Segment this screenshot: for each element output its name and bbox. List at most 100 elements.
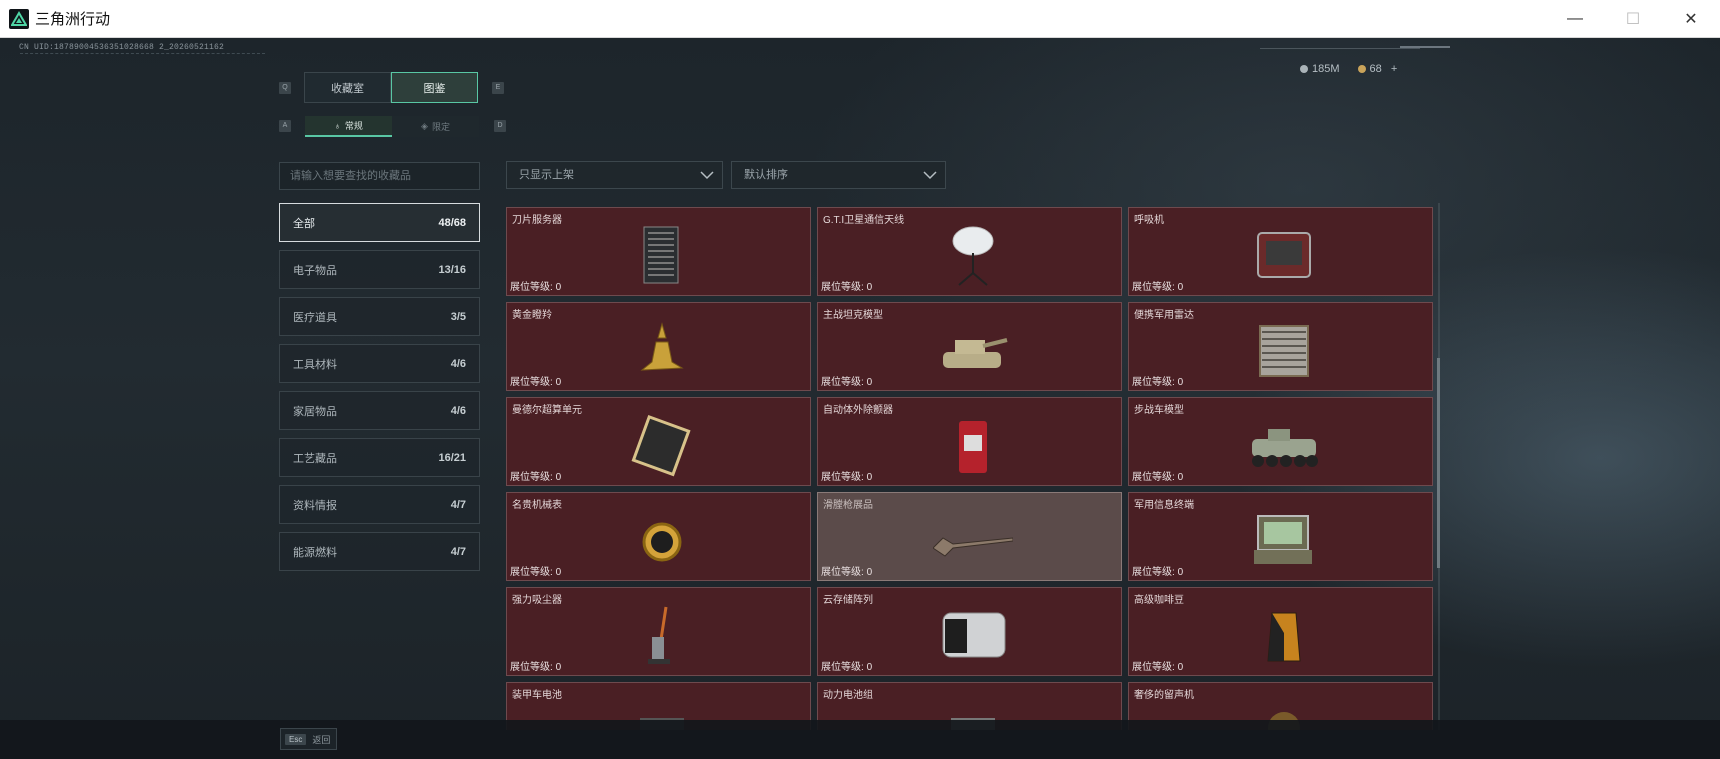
computing-unit-icon	[631, 414, 691, 477]
display-level-label: 展位等级:	[1132, 282, 1178, 293]
category-electronics[interactable]: 电子物品 13/16	[279, 250, 480, 289]
subtab-regular-label: 常规	[344, 121, 363, 131]
collection-item-card[interactable]: 自动体外除颤器 展位等级: 0	[817, 397, 1122, 486]
subtab-limited[interactable]: ◈ 限定	[392, 116, 479, 137]
category-all[interactable]: 全部 48/68	[279, 203, 480, 242]
category-intel[interactable]: 资料情报 4/7	[279, 485, 480, 524]
vacuum-icon	[648, 606, 670, 664]
display-level-value: 0	[866, 567, 873, 578]
collection-item-card[interactable]: 云存储阵列 展位等级: 0	[817, 587, 1122, 676]
display-level-label: 展位等级:	[1132, 662, 1178, 673]
tab-codex[interactable]: 图鉴	[391, 72, 478, 103]
item-display-level: 展位等级: 0	[510, 468, 561, 483]
scrollbar-thumb[interactable]	[1437, 358, 1440, 568]
gold-coin-icon	[1357, 65, 1366, 73]
display-level-value: 0	[555, 282, 562, 293]
collection-item-card[interactable]: 曼德尔超算单元展位等级: 0	[506, 397, 811, 486]
server-icon	[643, 226, 679, 284]
tab-collection-room[interactable]: 收藏室	[304, 72, 391, 103]
maximize-button[interactable]: ☐	[1604, 0, 1662, 38]
collection-item-card[interactable]: 滑膛枪展品 展位等级: 0	[817, 492, 1122, 581]
sort-select[interactable]: 默认排序	[731, 161, 946, 189]
item-display-level: 展位等级: 0	[1132, 658, 1183, 673]
collection-item-card[interactable]: G.T.I卫星通信天线 展位等级: 0	[817, 207, 1122, 296]
display-level-label: 展位等级:	[821, 377, 867, 388]
item-display-level: 展位等级: 0	[821, 468, 872, 483]
back-button[interactable]: Esc 返回	[280, 728, 338, 750]
currency-divider	[1260, 48, 1420, 49]
window-title: 三角洲行动	[35, 11, 111, 28]
display-level-label: 展位等级:	[510, 567, 556, 578]
category-count: 4/6	[450, 357, 466, 370]
display-level-value: 0	[866, 472, 873, 483]
display-level-label: 展位等级:	[510, 472, 556, 483]
collection-item-card[interactable]: 名贵机械表 展位等级: 0	[506, 492, 811, 581]
game-stage: CN UID:18789004536351028668 2_2026052116…	[0, 38, 1720, 759]
search-input[interactable]: 请输入想要查找的收藏品	[279, 162, 480, 190]
item-display-level: 展位等级: 0	[821, 563, 872, 578]
collection-item-card[interactable]: 高级咖啡豆展位等级: 0	[1128, 587, 1433, 676]
item-name: 自动体外除颤器	[823, 405, 893, 416]
category-tools[interactable]: 工具材料 4/6	[279, 344, 480, 383]
collection-item-card[interactable]: 黄金瞪羚 展位等级: 0	[506, 302, 811, 391]
category-label: 电子物品	[293, 264, 337, 277]
collection-grid: 刀片服务器 展位等级: 0 G.T.I卫星通信天线 展位等级: 0 呼吸机 展位等级: 0…	[506, 207, 1433, 730]
app-logo-icon	[9, 8, 29, 29]
collection-item-card[interactable]: 呼吸机展位等级: 0	[1128, 207, 1433, 296]
item-name: 装甲车电池	[512, 690, 562, 701]
display-level-label: 展位等级:	[1132, 567, 1178, 578]
key-hint-next-subtab: D	[494, 120, 506, 132]
collection-item-card[interactable]: 主战坦克模型 展位等级: 0	[817, 302, 1122, 391]
minimize-button[interactable]: —	[1546, 0, 1604, 38]
window-controls: — ☐ ✕	[1546, 0, 1720, 38]
currency-havoc: 185M	[1300, 63, 1340, 75]
item-display-level: 展位等级: 0	[1132, 468, 1183, 483]
item-name: 刀片服务器	[512, 215, 562, 226]
close-button[interactable]: ✕	[1662, 0, 1720, 38]
category-crafts[interactable]: 工艺藏品 16/21	[279, 438, 480, 477]
window-titlebar: 三角洲行动 — ☐ ✕	[0, 0, 1720, 38]
category-count: 3/5	[450, 310, 466, 323]
display-level-value: 0	[555, 567, 562, 578]
display-level-label: 展位等级:	[1132, 377, 1178, 388]
collection-grid-viewport: 刀片服务器 展位等级: 0 G.T.I卫星通信天线 展位等级: 0 呼吸机 展位等级: 0…	[506, 207, 1433, 730]
item-display-level: 展位等级: 0	[821, 278, 872, 293]
category-count: 48/68	[438, 216, 466, 229]
footer-bar: Esc 返回	[0, 720, 1720, 759]
collection-item-card[interactable]: 便携军用雷达 展位等级: 0	[1128, 302, 1433, 391]
display-level-label: 展位等级:	[510, 377, 556, 388]
category-household[interactable]: 家居物品 4/6	[279, 391, 480, 430]
shelf-filter-select[interactable]: 只显示上架	[506, 161, 723, 189]
subtab-regular[interactable]: ♁ 常规	[305, 116, 392, 137]
add-currency-button[interactable]: +	[1391, 63, 1397, 75]
item-name: 呼吸机	[1134, 215, 1164, 226]
shelf-filter-value: 只显示上架	[519, 169, 574, 181]
item-name: 高级咖啡豆	[1134, 595, 1184, 606]
collection-item-card[interactable]: 步战车模型展位等级: 0	[1128, 397, 1433, 486]
satellite-dish-icon	[952, 226, 994, 286]
category-medical[interactable]: 医疗道具 3/5	[279, 297, 480, 336]
category-label: 医疗道具	[293, 311, 337, 324]
category-count: 13/16	[438, 263, 466, 276]
category-energy[interactable]: 能源燃料 4/7	[279, 532, 480, 571]
display-level-label: 展位等级:	[821, 472, 867, 483]
display-level-value: 0	[1177, 567, 1184, 578]
sort-value: 默认排序	[744, 169, 788, 181]
item-name: 动力电池组	[823, 690, 873, 701]
item-name: 曼德尔超算单元	[512, 405, 582, 416]
collection-item-card[interactable]: 刀片服务器 展位等级: 0	[506, 207, 811, 296]
display-level-label: 展位等级:	[821, 567, 867, 578]
item-name: 步战车模型	[1134, 405, 1184, 416]
item-name: 云存储阵列	[823, 595, 873, 606]
defibrillator-icon	[959, 421, 987, 473]
display-level-value: 0	[1177, 662, 1184, 673]
ifv-model-icon	[1252, 429, 1318, 467]
display-level-value: 0	[1177, 282, 1184, 293]
currency-divider-accent	[1400, 46, 1450, 48]
item-display-level: 展位等级: 0	[510, 658, 561, 673]
key-hint-next-tab: E	[492, 82, 504, 94]
uid-divider	[20, 53, 265, 61]
collection-item-card[interactable]: 军用信息终端 展位等级: 0	[1128, 492, 1433, 581]
currency-havoc-value: 185M	[1312, 63, 1340, 75]
collection-item-card[interactable]: 强力吸尘器 展位等级: 0	[506, 587, 811, 676]
